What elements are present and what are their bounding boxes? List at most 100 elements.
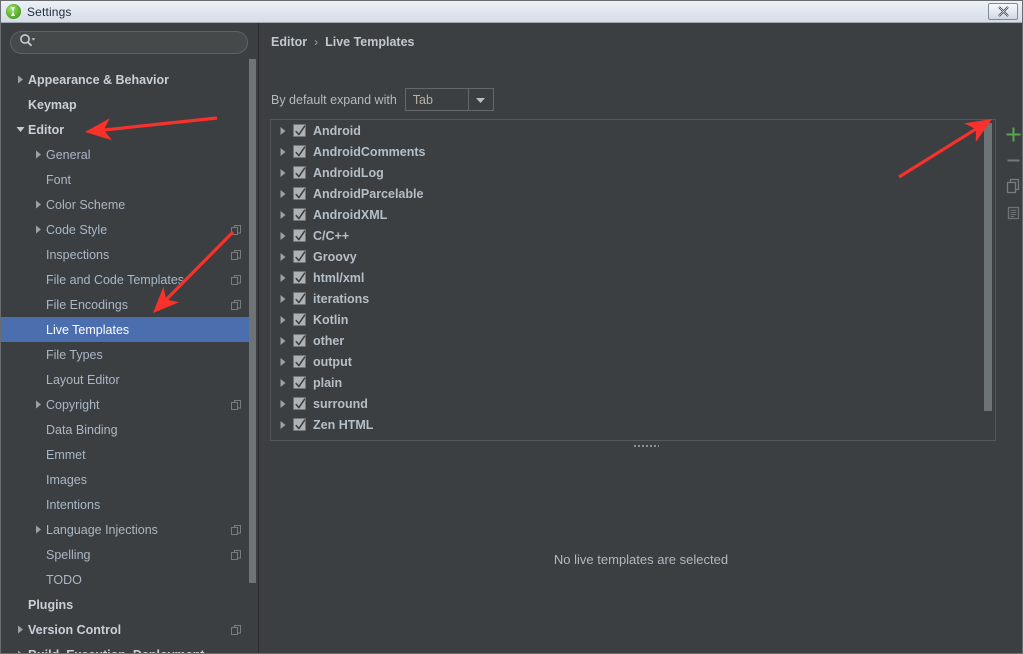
chevron-right-icon[interactable] (277, 398, 289, 410)
settings-nav-list[interactable]: Appearance & Behavior Keymap Editor General… (1, 67, 250, 653)
sidebar-item-emmet[interactable]: Emmet (1, 442, 250, 467)
template-group-row[interactable]: AndroidXML (271, 204, 975, 225)
sidebar-item-file-types[interactable]: File Types (1, 342, 250, 367)
sidebar-item-code-style[interactable]: Code Style (1, 217, 250, 242)
chevron-right-icon[interactable] (33, 224, 44, 235)
template-group-row[interactable]: Groovy (271, 246, 975, 267)
template-group-row[interactable]: Android (271, 120, 975, 141)
template-group-row[interactable]: C/C++ (271, 225, 975, 246)
template-group-checkbox[interactable] (293, 313, 306, 326)
chevron-down-icon[interactable] (467, 89, 493, 110)
sidebar-item-data-binding[interactable]: Data Binding (1, 417, 250, 442)
template-group-row[interactable]: AndroidParcelable (271, 183, 975, 204)
sidebar-item-spelling[interactable]: Spelling (1, 542, 250, 567)
template-group-row[interactable]: output (271, 351, 975, 372)
template-group-checkbox[interactable] (293, 355, 306, 368)
chevron-right-icon[interactable] (277, 209, 289, 221)
copy-settings-icon[interactable] (230, 274, 242, 286)
sidebar-item-inspections[interactable]: Inspections (1, 242, 250, 267)
sidebar-item-language-injections[interactable]: Language Injections (1, 517, 250, 542)
chevron-right-icon[interactable] (277, 125, 289, 137)
template-group-checkbox[interactable] (293, 418, 306, 431)
sidebar-item-file-and-code-templates[interactable]: File and Code Templates (1, 267, 250, 292)
sidebar-item-keymap[interactable]: Keymap (1, 92, 250, 117)
sidebar-item-layout-editor[interactable]: Layout Editor (1, 367, 250, 392)
copy-settings-icon[interactable] (230, 524, 242, 536)
chevron-right-icon[interactable] (277, 314, 289, 326)
remove-template-button[interactable] (1002, 149, 1023, 171)
duplicate-template-button[interactable] (1002, 175, 1023, 197)
template-list-scrollbar[interactable] (982, 121, 994, 439)
chevron-right-icon[interactable] (15, 74, 26, 85)
copy-settings-icon[interactable] (230, 249, 242, 261)
template-group-checkbox[interactable] (293, 229, 306, 242)
template-group-checkbox[interactable] (293, 292, 306, 305)
chevron-right-icon[interactable] (277, 293, 289, 305)
sidebar-item-version-control[interactable]: Version Control (1, 617, 250, 642)
template-group-button[interactable] (1002, 201, 1023, 223)
chevron-right-icon[interactable] (277, 356, 289, 368)
chevron-right-icon[interactable] (277, 335, 289, 347)
template-group-checkbox[interactable] (293, 334, 306, 347)
sidebar-item-file-encodings[interactable]: File Encodings (1, 292, 250, 317)
breadcrumb-parent[interactable]: Editor (271, 35, 307, 49)
template-group-checkbox[interactable] (293, 124, 306, 137)
copy-settings-icon[interactable] (230, 224, 242, 236)
sidebar-item-editor[interactable]: Editor (1, 117, 250, 142)
chevron-down-icon[interactable] (15, 124, 26, 135)
sidebar-item-general[interactable]: General (1, 142, 250, 167)
search-input[interactable] (36, 33, 247, 52)
copy-settings-icon[interactable] (230, 624, 242, 636)
template-group-checkbox[interactable] (293, 271, 306, 284)
chevron-right-icon[interactable] (277, 230, 289, 242)
template-group-row[interactable]: Zen HTML (271, 414, 975, 435)
sidebar-item-live-templates[interactable]: Live Templates (1, 317, 250, 342)
chevron-right-icon[interactable] (277, 146, 289, 158)
sidebar-item-build-execution-deployment[interactable]: Build, Execution, Deployment (1, 642, 250, 653)
sidebar-item-appearance-behavior[interactable]: Appearance & Behavior (1, 67, 250, 92)
sidebar-item-copyright[interactable]: Copyright (1, 392, 250, 417)
template-group-checkbox[interactable] (293, 187, 306, 200)
sidebar-item-font[interactable]: Font (1, 167, 250, 192)
sidebar-item-color-scheme[interactable]: Color Scheme (1, 192, 250, 217)
sidebar-item-images[interactable]: Images (1, 467, 250, 492)
template-group-row[interactable]: iterations (271, 288, 975, 309)
template-group-row[interactable]: AndroidLog (271, 162, 975, 183)
chevron-right-icon[interactable] (33, 524, 44, 535)
chevron-right-icon[interactable] (277, 377, 289, 389)
template-group-checkbox[interactable] (293, 397, 306, 410)
template-group-row[interactable]: html/xml (271, 267, 975, 288)
sidebar-item-plugins[interactable]: Plugins (1, 592, 250, 617)
sidebar-search[interactable] (10, 31, 248, 54)
template-group-checkbox[interactable] (293, 208, 306, 221)
template-group-row[interactable]: plain (271, 372, 975, 393)
template-groups-list[interactable]: Android AndroidComments AndroidLog AndroidP… (271, 120, 975, 440)
panel-splitter[interactable] (270, 441, 1022, 450)
chevron-right-icon[interactable] (33, 199, 44, 210)
chevron-right-icon[interactable] (15, 649, 26, 653)
template-group-row[interactable]: AndroidComments (271, 141, 975, 162)
template-group-row[interactable]: Kotlin (271, 309, 975, 330)
copy-settings-icon[interactable] (230, 299, 242, 311)
chevron-right-icon[interactable] (277, 167, 289, 179)
template-group-row[interactable]: other (271, 330, 975, 351)
template-group-checkbox[interactable] (293, 250, 306, 263)
template-group-checkbox[interactable] (293, 376, 306, 389)
copy-settings-icon[interactable] (230, 399, 242, 411)
chevron-right-icon[interactable] (277, 419, 289, 431)
chevron-right-icon[interactable] (277, 272, 289, 284)
chevron-right-icon[interactable] (33, 149, 44, 160)
chevron-right-icon[interactable] (277, 251, 289, 263)
chevron-right-icon[interactable] (15, 624, 26, 635)
expand-with-select[interactable]: Tab (404, 88, 494, 111)
template-group-row[interactable]: surround (271, 393, 975, 414)
template-group-checkbox[interactable] (293, 166, 306, 179)
sidebar-scrollbar[interactable] (248, 55, 257, 653)
chevron-right-icon[interactable] (277, 188, 289, 200)
sidebar-item-todo[interactable]: TODO (1, 567, 250, 592)
template-group-checkbox[interactable] (293, 145, 306, 158)
search-field[interactable] (10, 31, 248, 54)
add-template-button[interactable] (1002, 123, 1023, 145)
copy-settings-icon[interactable] (230, 549, 242, 561)
template-list-scrollbar-thumb[interactable] (984, 123, 992, 411)
